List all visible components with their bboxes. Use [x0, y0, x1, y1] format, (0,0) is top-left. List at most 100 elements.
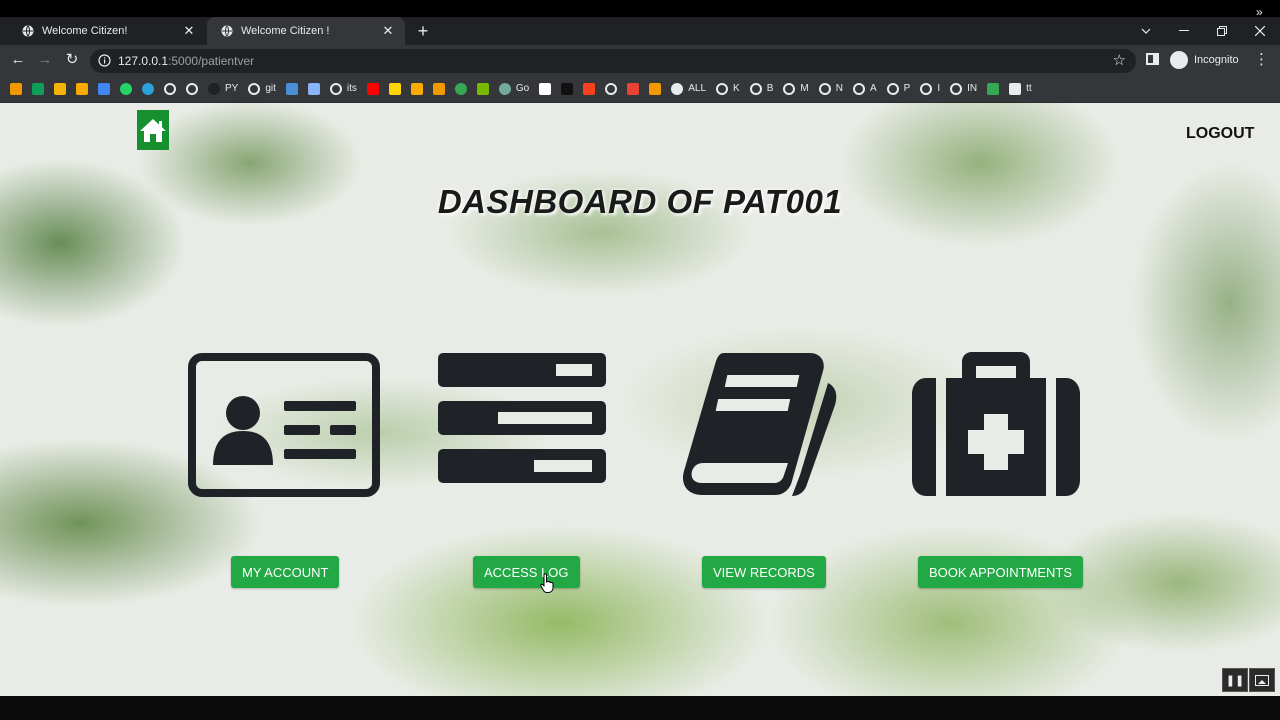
- orange-badge-icon: [649, 82, 662, 95]
- bottom-letterbox: [0, 696, 1280, 720]
- forward-arrow-icon[interactable]: →: [35, 50, 55, 70]
- chatgpt-icon: [498, 82, 511, 95]
- bookmark-item[interactable]: N: [818, 82, 843, 95]
- url-host: 127.0.0.1: [118, 54, 169, 68]
- google-icon: [950, 82, 963, 95]
- bookmark-label: tt: [1026, 83, 1032, 94]
- bookmark-item[interactable]: [120, 82, 132, 95]
- bookmark-star-icon[interactable]: ☆: [1113, 51, 1126, 69]
- bookmark-item[interactable]: [561, 82, 574, 95]
- google-icon: [749, 82, 762, 95]
- google-icon: [783, 82, 796, 95]
- top-letterbox: [0, 0, 1280, 17]
- bookmark-item[interactable]: [410, 82, 423, 95]
- bookmark-item[interactable]: its: [329, 82, 357, 95]
- cake-icon: [410, 82, 423, 95]
- bookmark-item[interactable]: [627, 82, 640, 95]
- bookmark-item[interactable]: P: [886, 82, 911, 95]
- more-bookmarks-chevron-icon[interactable]: »: [1256, 5, 1263, 19]
- bookmark-item[interactable]: IN: [950, 82, 978, 95]
- bookmark-item[interactable]: [454, 82, 467, 95]
- google-icon: [186, 82, 198, 95]
- bookmark-item[interactable]: A: [852, 82, 877, 95]
- bookmark-item[interactable]: M: [783, 82, 809, 95]
- bookmark-item[interactable]: [432, 82, 445, 95]
- close-tab-icon[interactable]: ✕: [182, 24, 196, 38]
- logout-link[interactable]: LOGOUT: [1186, 125, 1254, 143]
- bookmark-item[interactable]: [142, 82, 154, 95]
- trophy-icon: [432, 82, 445, 95]
- bookmark-label: its: [346, 83, 357, 94]
- red-arrow-icon: [627, 82, 640, 95]
- home-button[interactable]: [137, 110, 169, 150]
- browser-toolbar: ← → ↻ 127.0.0.1:5000/patientver ☆ Incogn…: [0, 45, 1280, 75]
- minimize-icon[interactable]: [1165, 17, 1203, 45]
- book-appointments-button[interactable]: BOOK APPOINTMENTS: [918, 556, 1084, 588]
- bookmark-item[interactable]: [605, 82, 618, 95]
- bookmark-item[interactable]: [366, 82, 379, 95]
- address-bar[interactable]: 127.0.0.1:5000/patientver ☆: [90, 49, 1136, 73]
- close-tab-icon[interactable]: ✕: [381, 24, 395, 38]
- bookmark-label: B: [766, 83, 774, 94]
- yandex-icon: [583, 82, 596, 95]
- new-tab-button[interactable]: +: [413, 22, 433, 42]
- page-title: DASHBOARD OF PAT001: [437, 183, 843, 220]
- bookmark-item[interactable]: K: [716, 82, 740, 95]
- view-records-button[interactable]: VIEW RECORDS: [702, 556, 826, 588]
- access-log-button[interactable]: ACCESS LOG: [473, 556, 580, 588]
- bookmark-item[interactable]: [54, 82, 66, 95]
- bookmark-item[interactable]: [987, 82, 1000, 95]
- google-icon: [852, 82, 865, 95]
- info-icon[interactable]: [98, 54, 111, 67]
- tab-welcome-1[interactable]: Welcome Citizen! ✕: [8, 17, 206, 45]
- telegram-icon: [142, 82, 154, 95]
- bookmark-item[interactable]: [186, 82, 198, 95]
- google-icon: [818, 82, 831, 95]
- bookmark-item[interactable]: [285, 82, 298, 95]
- white-doc-icon: [539, 82, 552, 95]
- my-account-button[interactable]: MY ACCOUNT: [231, 556, 340, 588]
- bookmark-item[interactable]: [583, 82, 596, 95]
- bookmark-label: ALL: [688, 83, 707, 94]
- bookmark-item[interactable]: [307, 82, 320, 95]
- orange-diamond-icon: [10, 82, 22, 95]
- close-window-icon[interactable]: [1241, 17, 1279, 45]
- bookmark-item[interactable]: [10, 82, 22, 95]
- menu-kebab-icon[interactable]: ⋮: [1254, 50, 1269, 68]
- restore-icon[interactable]: [1203, 17, 1241, 45]
- bookmark-label: IN: [967, 83, 978, 94]
- bookmark-item[interactable]: [649, 82, 662, 95]
- google-icon: [886, 82, 899, 95]
- bookmark-item[interactable]: tt: [1009, 82, 1032, 95]
- bookmark-item[interactable]: [539, 82, 552, 95]
- bookmark-item[interactable]: I: [920, 82, 941, 95]
- bookmark-item[interactable]: [32, 82, 44, 95]
- hand-cursor-icon: [540, 573, 554, 593]
- blue-grid-icon: [98, 82, 110, 95]
- bookmark-label: I: [937, 83, 941, 94]
- bookmark-item[interactable]: [98, 82, 110, 95]
- bookmark-item[interactable]: [388, 82, 401, 95]
- bookmark-item[interactable]: B: [749, 82, 774, 95]
- bookmark-item[interactable]: [76, 82, 88, 95]
- bookmark-item[interactable]: [164, 82, 176, 95]
- url-path: :5000/patientver: [168, 54, 255, 68]
- back-arrow-icon[interactable]: ←: [8, 50, 28, 70]
- yellow-box-icon: [54, 82, 66, 95]
- bookmark-item[interactable]: [476, 82, 489, 95]
- side-panel-icon[interactable]: [1146, 53, 1159, 65]
- tab-search-chevron-icon[interactable]: [1127, 17, 1165, 45]
- reload-icon[interactable]: ↻: [62, 50, 82, 70]
- bookmark-label: Go: [515, 83, 530, 94]
- bookmark-item[interactable]: Go: [498, 82, 530, 95]
- picture-in-picture-icon[interactable]: [1249, 668, 1275, 692]
- google-icon: [605, 82, 618, 95]
- tab-welcome-2[interactable]: Welcome Citizen ! ✕: [207, 17, 405, 45]
- bookmark-item[interactable]: git: [248, 82, 276, 95]
- incognito-profile[interactable]: Incognito: [1170, 50, 1239, 70]
- bar-chart-icon: [76, 82, 88, 95]
- bookmark-label: P: [903, 83, 911, 94]
- bookmark-item[interactable]: ALL: [671, 82, 707, 95]
- bookmark-item[interactable]: PY: [208, 82, 238, 95]
- pause-icon[interactable]: ❚❚: [1222, 668, 1248, 692]
